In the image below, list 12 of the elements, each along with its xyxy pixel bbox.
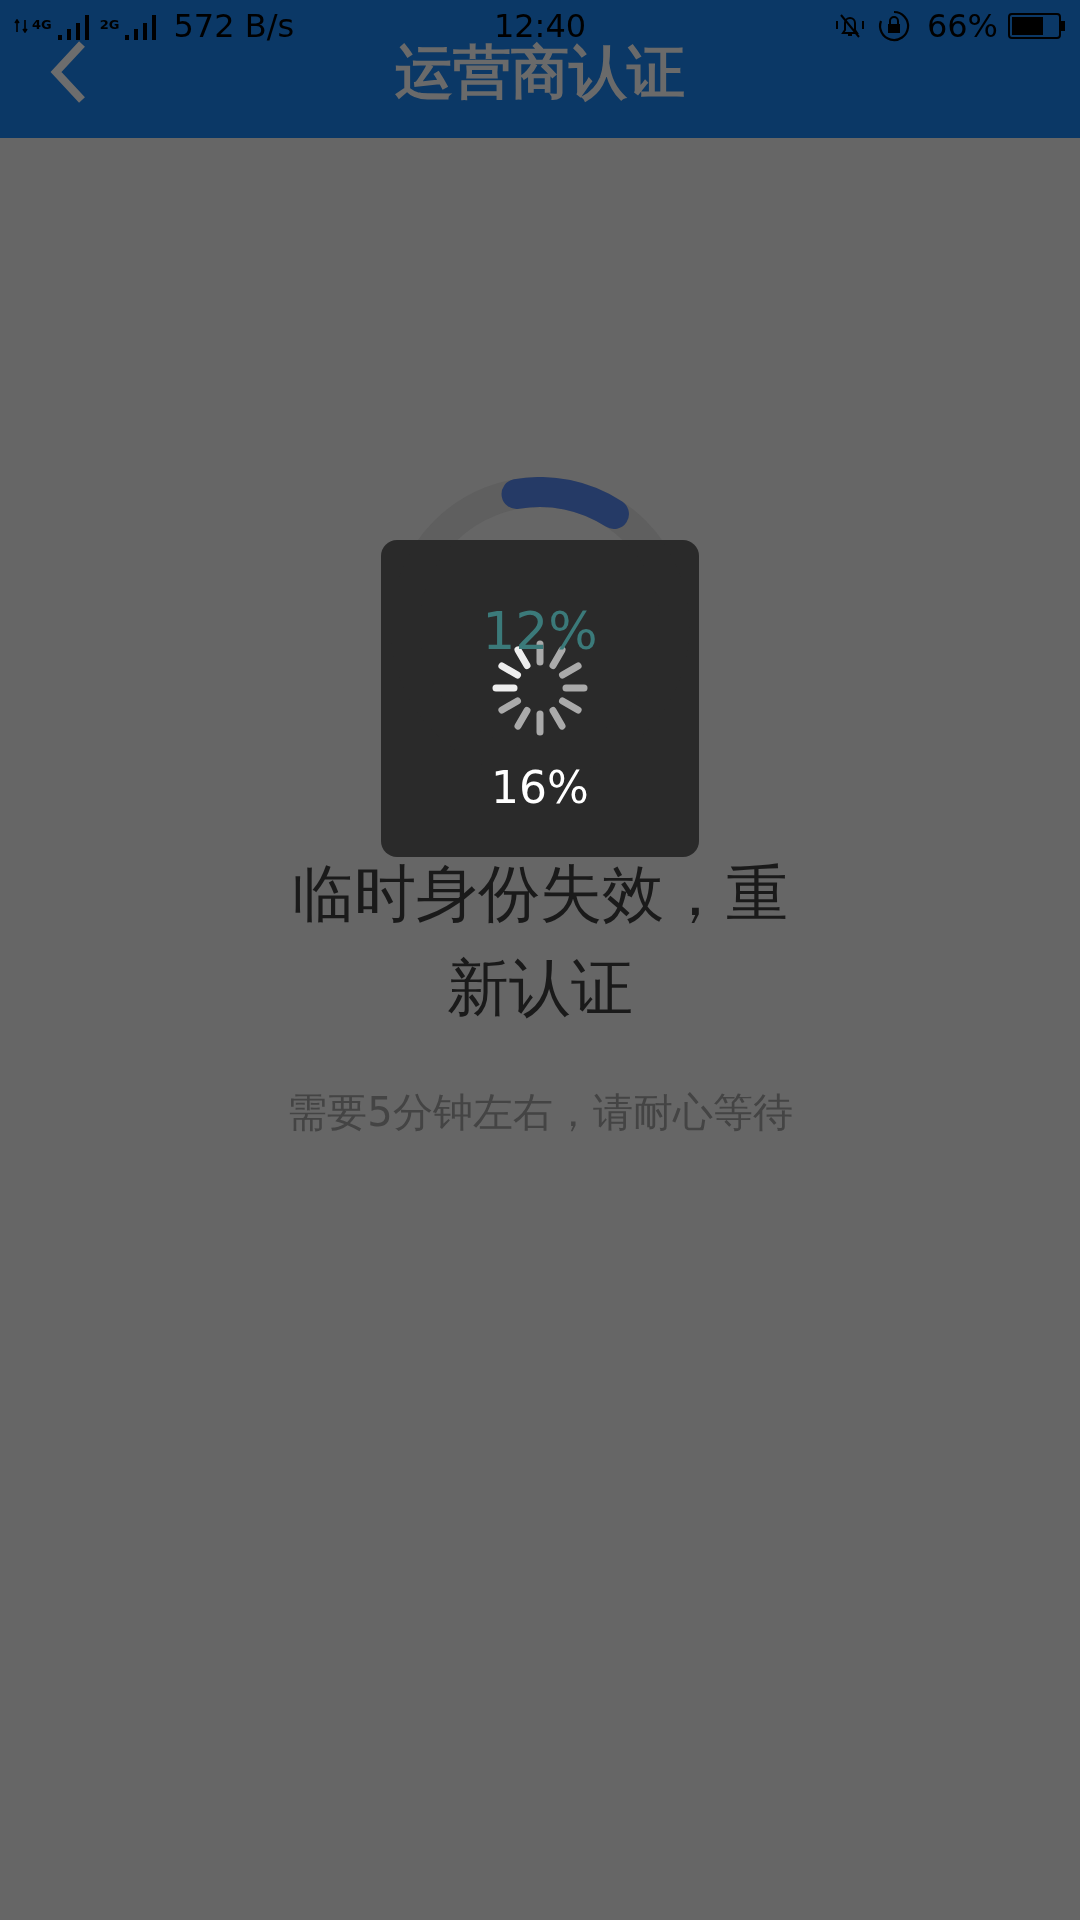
rotation-lock-icon [876, 9, 911, 43]
battery-icon [1008, 13, 1066, 39]
back-button[interactable] [48, 40, 88, 104]
signal-icon [14, 19, 28, 33]
status-message: 临时身份失效，重新认证 [291, 856, 789, 1026]
progress-percent: 12% [481, 601, 599, 661]
network-type: 4G [32, 17, 52, 32]
network-type: 2G [99, 17, 120, 32]
battery-percent: 66% [926, 7, 998, 45]
network-speed: 572 B/s [173, 7, 295, 45]
page-title: 运营商认证 [395, 37, 685, 108]
loading-percent: 16% [491, 762, 589, 813]
